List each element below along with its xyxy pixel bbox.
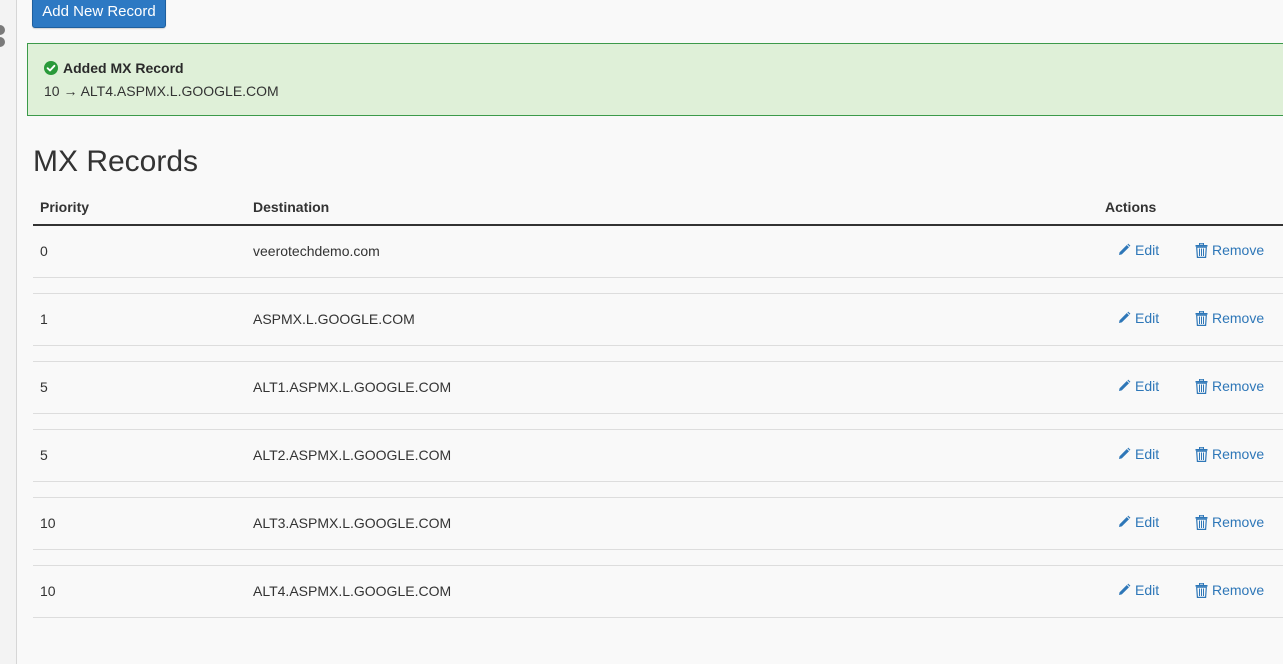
remove-button[interactable]: Remove [1195, 242, 1264, 258]
alert-message: 10 → ALT4.ASPMX.L.GOOGLE.COM [44, 83, 279, 99]
left-sidebar-strip [0, 0, 17, 664]
alert-title: Added MX Record [44, 60, 184, 76]
pencil-icon [1119, 311, 1131, 323]
add-new-record-button[interactable]: Add New Record [32, 0, 166, 28]
table-row: 10 ALT3.ASPMX.L.GOOGLE.COM Edit Remove [33, 498, 1283, 550]
success-alert: Added MX Record 10 → ALT4.ASPMX.L.GOOGLE… [27, 43, 1283, 116]
row-priority: 10 [40, 583, 56, 599]
remove-button[interactable]: Remove [1195, 446, 1264, 462]
pencil-icon [1119, 583, 1131, 595]
trash-icon [1195, 310, 1208, 326]
row-destination: ALT3.ASPMX.L.GOOGLE.COM [253, 515, 452, 531]
edit-button[interactable]: Edit [1117, 514, 1159, 530]
remove-label: Remove [1212, 582, 1265, 598]
pencil-icon [1119, 379, 1131, 391]
remove-button[interactable]: Remove [1195, 378, 1264, 394]
edit-label: Edit [1135, 378, 1160, 394]
row-destination: ALT1.ASPMX.L.GOOGLE.COM [253, 379, 452, 395]
remove-label: Remove [1212, 242, 1265, 258]
row-priority: 10 [40, 515, 56, 531]
trash-icon [1195, 242, 1208, 258]
row-priority: 5 [40, 379, 48, 395]
edit-button[interactable]: Edit [1117, 582, 1159, 598]
edit-label: Edit [1135, 514, 1160, 530]
table-header: Priority Destination Actions [33, 190, 1283, 226]
pencil-icon [1119, 447, 1131, 459]
header-priority[interactable]: Priority [40, 199, 89, 215]
table-row: 5 ALT1.ASPMX.L.GOOGLE.COM Edit Remove [33, 362, 1283, 414]
row-destination: ASPMX.L.GOOGLE.COM [253, 311, 415, 327]
row-destination: ALT4.ASPMX.L.GOOGLE.COM [253, 583, 452, 599]
row-priority: 1 [40, 311, 48, 327]
row-destination: ALT2.ASPMX.L.GOOGLE.COM [253, 447, 452, 463]
remove-button[interactable]: Remove [1195, 310, 1264, 326]
row-priority: 5 [40, 447, 48, 463]
row-separator [33, 550, 1283, 566]
remove-label: Remove [1212, 378, 1265, 394]
edit-label: Edit [1135, 446, 1160, 462]
table-row: 10 ALT4.ASPMX.L.GOOGLE.COM Edit Remove [33, 566, 1283, 618]
row-separator [33, 414, 1283, 430]
row-separator [33, 346, 1283, 362]
gear-icon[interactable] [0, 23, 6, 49]
table-row: 0 veerotechdemo.com Edit Remove [33, 226, 1283, 278]
edit-label: Edit [1135, 310, 1160, 326]
edit-label: Edit [1135, 242, 1160, 258]
remove-label: Remove [1212, 446, 1265, 462]
edit-button[interactable]: Edit [1117, 378, 1159, 394]
remove-label: Remove [1212, 310, 1265, 326]
trash-icon [1195, 582, 1208, 598]
pencil-icon [1119, 243, 1131, 255]
row-separator [33, 482, 1283, 498]
trash-icon [1195, 378, 1208, 394]
trash-icon [1195, 514, 1208, 530]
edit-button[interactable]: Edit [1117, 446, 1159, 462]
row-separator [33, 278, 1283, 294]
table-row: 5 ALT2.ASPMX.L.GOOGLE.COM Edit Remove [33, 430, 1283, 482]
check-circle-icon [44, 61, 58, 75]
pencil-icon [1119, 515, 1131, 527]
header-actions: Actions [1105, 199, 1157, 215]
table-row: 1 ASPMX.L.GOOGLE.COM Edit Remove [33, 294, 1283, 346]
remove-button[interactable]: Remove [1195, 582, 1264, 598]
remove-button[interactable]: Remove [1195, 514, 1264, 530]
remove-label: Remove [1212, 514, 1265, 530]
edit-button[interactable]: Edit [1117, 310, 1159, 326]
row-priority: 0 [40, 243, 48, 259]
page-title: MX Records [33, 145, 199, 178]
alert-title-text: Added MX Record [63, 60, 184, 76]
edit-button[interactable]: Edit [1117, 242, 1159, 258]
row-destination: veerotechdemo.com [253, 243, 380, 259]
edit-label: Edit [1135, 582, 1160, 598]
header-destination[interactable]: Destination [253, 199, 329, 215]
trash-icon [1195, 446, 1208, 462]
